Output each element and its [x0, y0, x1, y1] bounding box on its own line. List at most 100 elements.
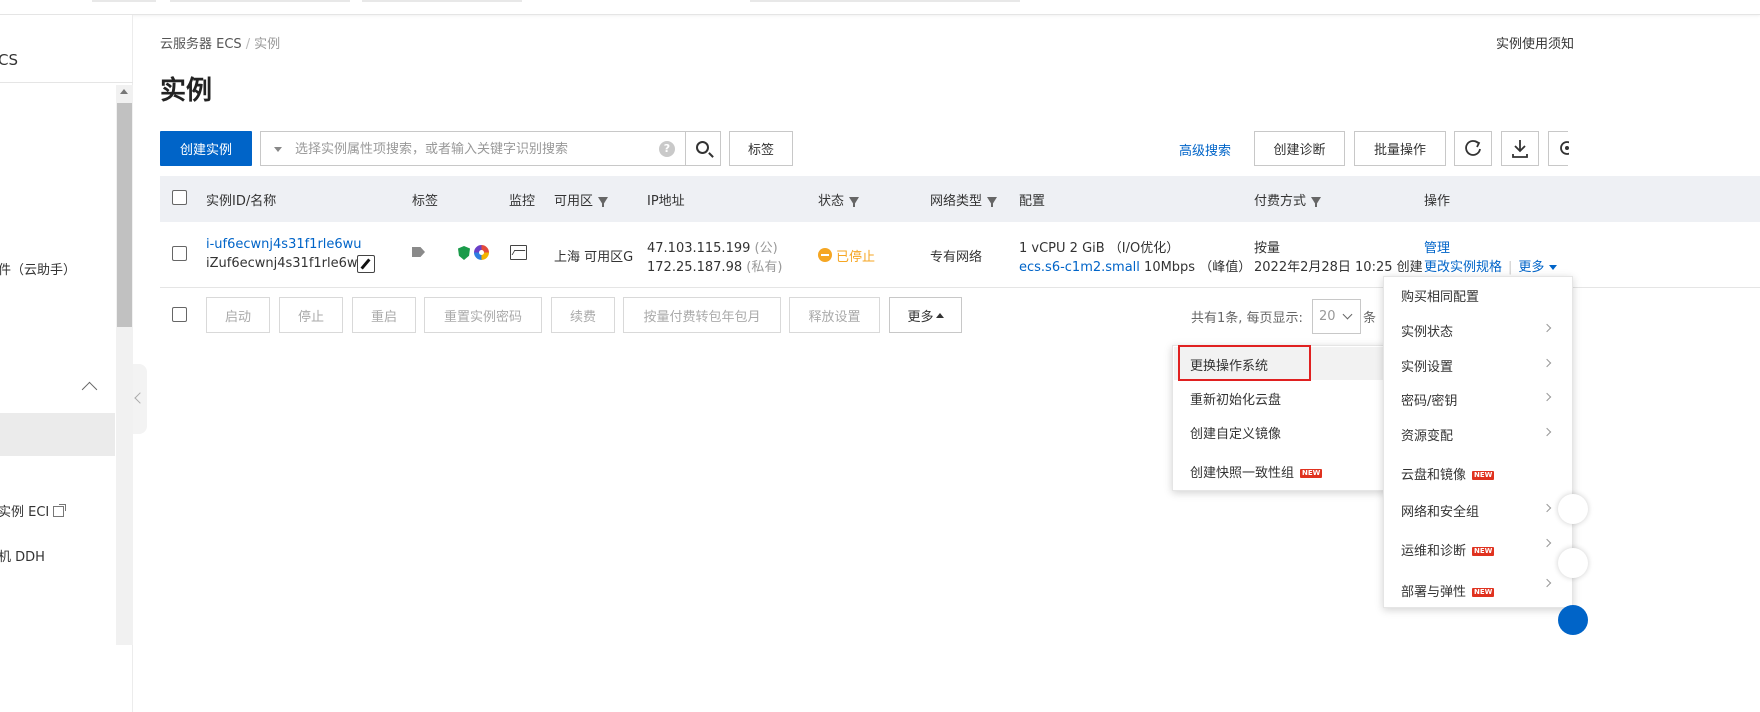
bottom-more-button[interactable]: 更多	[889, 297, 962, 333]
row-actions: 更改实例规格 | 更多	[1424, 256, 1558, 275]
search-box[interactable]: ?	[260, 131, 686, 166]
more-actions-label: 更多	[1518, 260, 1545, 275]
menu-item-create-image[interactable]: 创建自定义镜像	[1190, 423, 1281, 442]
download-icon	[1512, 140, 1528, 158]
sidebar-divider	[0, 82, 133, 83]
stopped-status-icon	[818, 248, 832, 262]
monitor-chart-icon[interactable]	[510, 245, 527, 260]
top-nav-tab[interactable]	[92, 0, 156, 2]
instance-type-link[interactable]: ecs.s6-c1m2.small	[1019, 260, 1140, 275]
change-spec-link[interactable]: 更改实例规格	[1424, 260, 1502, 275]
help-icon[interactable]: ?	[659, 141, 675, 157]
reset-password-button[interactable]: 重置实例密码	[424, 297, 542, 333]
header-billing[interactable]: 付费方式	[1254, 190, 1322, 209]
search-button[interactable]	[685, 131, 721, 166]
zone-value: 上海 可用区G	[554, 250, 634, 265]
stop-button[interactable]: 停止	[279, 297, 343, 333]
sidebar-item-active[interactable]	[0, 413, 115, 456]
menu-item-disk-image[interactable]: 云盘和镜像 NEW	[1401, 464, 1495, 483]
batch-operation-button[interactable]: 批量操作	[1354, 131, 1446, 166]
filter-icon[interactable]	[987, 197, 998, 207]
top-nav-tab[interactable]	[362, 0, 522, 2]
pager-unit: 条	[1363, 311, 1377, 326]
scroll-up-arrow-icon[interactable]	[120, 89, 128, 94]
filter-icon[interactable]	[598, 197, 609, 207]
header-tags: 标签	[412, 194, 439, 209]
row-checkbox[interactable]	[172, 246, 187, 261]
select-all-checkbox[interactable]	[172, 190, 187, 205]
page-size-select[interactable]: 20	[1312, 299, 1361, 334]
instance-usage-notice-link[interactable]: 实例使用须知	[1496, 33, 1574, 52]
menu-item-password-key[interactable]: 密码/密钥	[1401, 390, 1457, 409]
manage-link[interactable]: 管理	[1424, 237, 1450, 256]
action-separator: |	[1508, 260, 1513, 275]
new-badge: NEW	[1472, 471, 1495, 480]
floating-widget[interactable]	[1558, 548, 1588, 578]
sidebar-item-eci[interactable]: 实例 ECI	[0, 501, 67, 520]
menu-item-network-security[interactable]: 网络和安全组	[1401, 501, 1479, 520]
chevron-up-icon[interactable]	[81, 381, 98, 398]
search-dropdown-caret-icon[interactable]	[274, 147, 282, 152]
header-monitor: 监控	[509, 194, 536, 209]
assistant-button[interactable]	[1558, 605, 1588, 635]
advanced-search-link[interactable]: 高级搜索	[1179, 140, 1231, 159]
cloud-monitor-icon[interactable]	[474, 245, 489, 260]
search-input[interactable]	[295, 139, 645, 159]
tag-button[interactable]: 标签	[729, 131, 793, 166]
sidebar-item-ddh[interactable]: 机 DDH	[0, 546, 45, 565]
menu-item-label: 部署与弹性	[1401, 585, 1467, 600]
renew-button[interactable]: 续费	[551, 297, 615, 333]
top-nav-tab[interactable]	[170, 0, 350, 2]
header-zone[interactable]: 可用区	[554, 190, 609, 209]
new-badge: NEW	[1300, 469, 1323, 478]
filter-icon[interactable]	[849, 197, 860, 207]
ip-public: 47.103.115.199 (公)	[647, 237, 778, 256]
refresh-icon	[1465, 140, 1481, 156]
external-link-icon	[53, 504, 67, 517]
page-title: 实例	[160, 76, 213, 106]
menu-item-resource-change[interactable]: 资源变配	[1401, 425, 1453, 444]
menu-item-deploy-elastic[interactable]: 部署与弹性 NEW	[1401, 581, 1495, 600]
sidebar: CS 件（云助手） 实例 ECI 机 DDH	[0, 15, 133, 712]
new-badge: NEW	[1472, 547, 1495, 556]
sidebar-scrollbar[interactable]	[116, 85, 133, 645]
sidebar-collapse-handle[interactable]	[133, 364, 147, 434]
sidebar-item-cloud-assistant[interactable]: 件（云助手）	[0, 259, 76, 278]
breadcrumb-current: 实例	[254, 37, 281, 52]
header-network[interactable]: 网络类型	[930, 190, 998, 209]
create-instance-button[interactable]: 创建实例	[160, 131, 252, 166]
bottom-select-all-checkbox[interactable]	[172, 307, 187, 322]
filter-icon[interactable]	[1311, 197, 1322, 207]
instance-id-link[interactable]: i-uf6ecwnj4s31f1rle6wu	[206, 237, 362, 252]
ip-public-value: 47.103.115.199	[647, 241, 751, 256]
menu-item-buy-same[interactable]: 购买相同配置	[1401, 286, 1479, 305]
convert-billing-button[interactable]: 按量付费转包年包月	[623, 297, 781, 333]
sidebar-item-label: 实例 ECI	[0, 505, 50, 520]
billing-created: 2022年2月28日 10:25 创建	[1254, 260, 1423, 275]
floating-widget[interactable]	[1558, 494, 1588, 524]
menu-item-ops-diagnosis[interactable]: 运维和诊断 NEW	[1401, 540, 1495, 559]
top-nav-search[interactable]	[750, 0, 1020, 2]
menu-item-reinit-disk[interactable]: 重新初始化云盘	[1190, 389, 1281, 408]
breadcrumb-root[interactable]: 云服务器 ECS	[160, 37, 242, 52]
settings-button[interactable]	[1548, 131, 1574, 166]
menu-item-instance-status[interactable]: 实例状态	[1401, 321, 1453, 340]
caret-down-icon	[1549, 265, 1558, 270]
gear-icon	[1560, 141, 1574, 155]
header-status[interactable]: 状态	[818, 190, 860, 209]
top-nav-bar	[0, 0, 1760, 15]
menu-item-instance-settings[interactable]: 实例设置	[1401, 356, 1453, 375]
menu-item-snapshot-group[interactable]: 创建快照一致性组 NEW	[1190, 462, 1323, 481]
header-ip: IP地址	[647, 194, 685, 209]
restart-button[interactable]: 重启	[352, 297, 416, 333]
more-actions-link[interactable]: 更多	[1518, 260, 1558, 275]
release-settings-button[interactable]: 释放设置	[789, 297, 880, 333]
billing-type: 按量	[1254, 241, 1281, 256]
create-diagnosis-button[interactable]: 创建诊断	[1254, 131, 1345, 166]
download-button[interactable]	[1501, 131, 1539, 166]
header-label: 状态	[818, 194, 845, 209]
refresh-button[interactable]	[1454, 131, 1492, 166]
scrollbar-thumb[interactable]	[117, 103, 132, 327]
edit-icon[interactable]	[357, 255, 375, 273]
start-button[interactable]: 启动	[206, 297, 270, 333]
